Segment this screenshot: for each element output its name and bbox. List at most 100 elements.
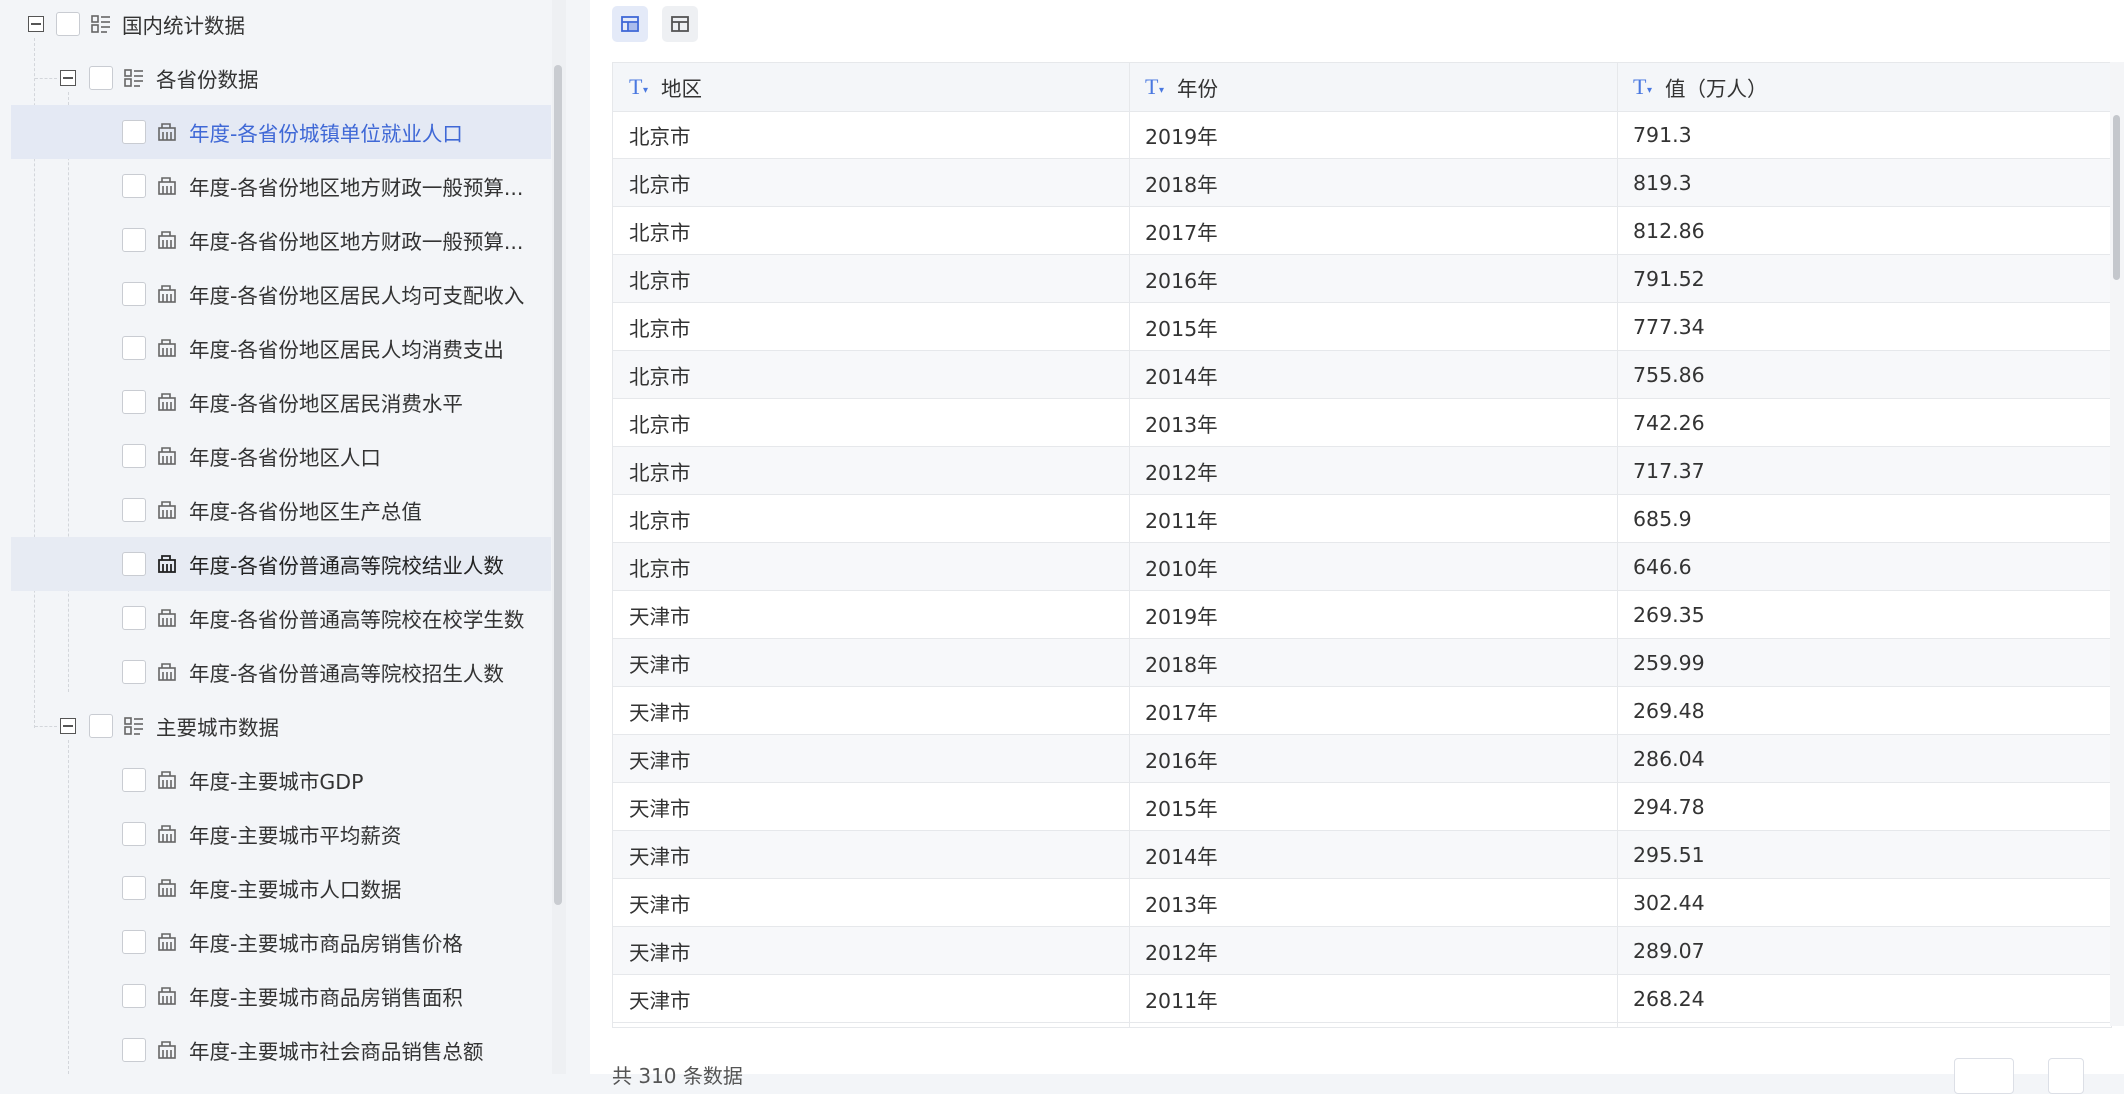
table-cell: 2012年 [1145,460,1218,485]
column-divider[interactable] [1617,63,1618,1027]
tree-leaf[interactable]: 年度-各省份普通高等院校在校学生数 [11,591,551,645]
text-type-icon[interactable]: T ▾ [629,75,653,99]
tree-node-root[interactable]: 国内统计数据 [11,0,551,51]
data-table: T ▾ 地区 T ▾ 年份 T ▾ 值（万人） 北京市 2019年 791.3 北京市 201… [612,62,2112,1028]
checkbox[interactable] [122,984,146,1008]
table-cell: 北京市 [629,220,691,245]
table-scrollbar-thumb[interactable] [2113,115,2120,280]
tree-leaf[interactable]: 年度-各省份城镇单位就业人口 [11,105,551,159]
table-view-button[interactable] [612,6,648,42]
checkbox[interactable] [122,498,146,522]
checkbox[interactable] [122,552,146,576]
table-cell: 北京市 [629,268,691,293]
tree-scrollbar-thumb[interactable] [554,65,562,905]
table-row[interactable]: 天津市 2014年 295.51 [613,831,2111,879]
table-row[interactable]: 北京市 2012年 717.37 [613,447,2111,495]
text-type-icon[interactable]: T ▾ [1633,75,1657,99]
checkbox[interactable] [122,120,146,144]
collapse-toggle-icon[interactable] [60,70,76,86]
tree-node-group-cities[interactable]: 主要城市数据 [11,699,551,753]
tree-leaf[interactable]: 年度-主要城市商品房销售价格 [11,915,551,969]
table-icon [158,231,176,249]
table-icon [158,177,176,195]
checkbox[interactable] [122,876,146,900]
checkbox[interactable] [122,768,146,792]
checkbox[interactable] [122,174,146,198]
layout-view-button[interactable] [662,6,698,42]
page-input[interactable] [1954,1058,2014,1094]
table-row[interactable]: 天津市 2018年 259.99 [613,639,2111,687]
column-header-region[interactable]: T ▾ 地区 [629,63,702,111]
checkbox[interactable] [89,714,113,738]
tree-node-group-provinces[interactable]: 各省份数据 [11,51,551,105]
tree-leaf[interactable]: 年度-主要城市社会商品销售总额 [11,1023,551,1074]
table-row[interactable]: 天津市 2012年 289.07 [613,927,2111,975]
tree-leaf[interactable]: 年度-主要城市平均薪资 [11,807,551,861]
checkbox[interactable] [122,228,146,252]
tree-leaf-label: 年度-主要城市商品房销售面积 [189,986,463,1010]
tree-leaf[interactable]: 年度-主要城市人口数据 [11,861,551,915]
collapse-toggle-icon[interactable] [28,16,44,32]
table-row[interactable]: 天津市 2017年 269.48 [613,687,2111,735]
table-row[interactable]: 天津市 2011年 268.24 [613,975,2111,1023]
tree-leaf-label: 年度-各省份普通高等院校在校学生数 [189,608,525,632]
table-row[interactable]: 北京市 2018年 819.3 [613,159,2111,207]
checkbox[interactable] [89,66,113,90]
table-header: T ▾ 地区 T ▾ 年份 T ▾ 值（万人） [613,63,2111,112]
tree-leaf[interactable]: 年度-各省份地区地方财政一般预算... [11,159,551,213]
text-type-icon[interactable]: T ▾ [1145,75,1169,99]
column-header-value[interactable]: T ▾ 值（万人） [1633,63,1768,111]
checkbox[interactable] [122,660,146,684]
tree-leaf[interactable]: 年度-各省份地区居民人均消费支出 [11,321,551,375]
tree-leaf[interactable]: 年度-各省份地区居民人均可支配收入 [11,267,551,321]
checkbox[interactable] [122,282,146,306]
table-cell: 天津市 [629,892,691,917]
column-divider[interactable] [1129,63,1130,1027]
tree-leaf-label: 年度-各省份地区居民人均消费支出 [189,338,504,362]
tree-leaf[interactable]: 年度-各省份普通高等院校结业人数 [11,537,551,591]
checkbox[interactable] [122,390,146,414]
tree-leaf-label: 年度-各省份普通高等院校招生人数 [189,662,504,686]
table-row[interactable]: 天津市 2016年 286.04 [613,735,2111,783]
column-header-year[interactable]: T ▾ 年份 [1145,63,1218,111]
table-cell: 269.35 [1633,602,1705,627]
table-row[interactable]: 天津市 2015年 294.78 [613,783,2111,831]
tree-leaf-label: 年度-各省份普通高等院校结业人数 [189,554,504,578]
checkbox[interactable] [122,336,146,360]
table-row[interactable]: 北京市 2017年 812.86 [613,207,2111,255]
table-cell: 268.24 [1633,986,1705,1011]
tree-node-label: 国内统计数据 [122,14,245,38]
collapse-toggle-icon[interactable] [60,718,76,734]
tree-leaf[interactable]: 年度-主要城市商品房销售面积 [11,969,551,1023]
next-page-button[interactable] [2048,1058,2084,1094]
table-view-icon [621,16,639,32]
tree-leaf-label: 年度-各省份地区居民人均可支配收入 [189,284,525,308]
table-group-icon [124,69,143,87]
checkbox[interactable] [122,1038,146,1062]
tree-leaf[interactable]: 年度-各省份普通高等院校招生人数 [11,645,551,699]
checkbox[interactable] [56,12,80,36]
table-row[interactable]: 天津市 2013年 302.44 [613,879,2111,927]
checkbox[interactable] [122,444,146,468]
checkbox[interactable] [122,930,146,954]
checkbox[interactable] [122,822,146,846]
table-row[interactable]: 北京市 2010年 646.6 [613,543,2111,591]
tree-leaf[interactable]: 年度-各省份地区居民消费水平 [11,375,551,429]
table-row[interactable]: 北京市 2014年 755.86 [613,351,2111,399]
tree-leaf[interactable]: 年度-各省份地区地方财政一般预算... [11,213,551,267]
table-row[interactable]: 北京市 2019年 791.3 [613,111,2111,159]
table-row[interactable]: 天津市 2019年 269.35 [613,591,2111,639]
panel-divider[interactable] [566,0,591,1074]
table-row[interactable]: 北京市 2016年 791.52 [613,255,2111,303]
tree-leaf[interactable]: 年度-各省份地区生产总值 [11,483,551,537]
table-cell: 天津市 [629,700,691,725]
tree-leaf[interactable]: 年度-各省份地区人口 [11,429,551,483]
table-group-icon [124,717,143,735]
table-cell: 天津市 [629,844,691,869]
table-row[interactable]: 北京市 2015年 777.34 [613,303,2111,351]
checkbox[interactable] [122,606,146,630]
table-cell: 2015年 [1145,796,1218,821]
table-row[interactable]: 北京市 2013年 742.26 [613,399,2111,447]
table-row[interactable]: 北京市 2011年 685.9 [613,495,2111,543]
tree-leaf[interactable]: 年度-主要城市GDP [11,753,551,807]
